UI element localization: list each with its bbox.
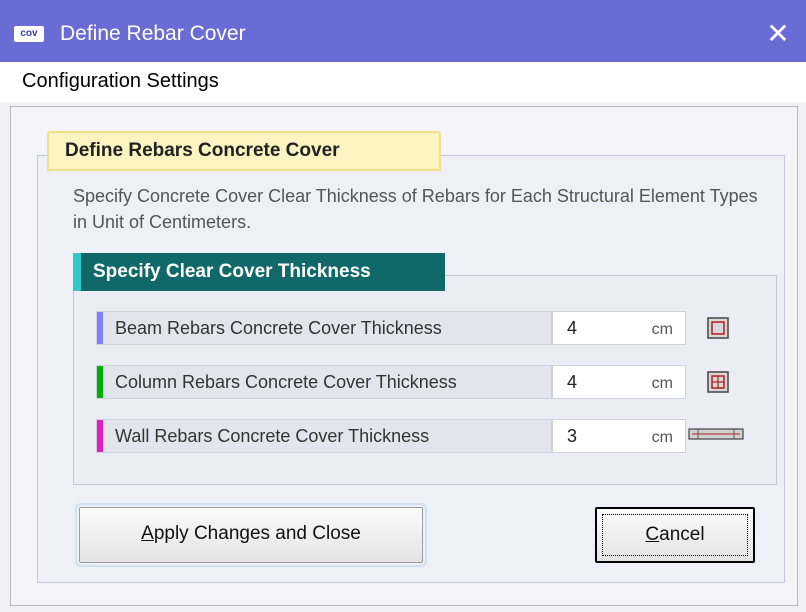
apply-changes-button[interactable]: Apply Changes and Close — [75, 503, 427, 567]
wall-cover-row: Wall Rebars Concrete Cover Thickness 3 c… — [96, 419, 686, 453]
wall-cover-value: 3 — [567, 426, 578, 446]
column-cover-value: 4 — [567, 372, 578, 392]
beam-section-icon — [707, 317, 729, 339]
tab-accent — [73, 253, 81, 291]
column-cover-label: Column Rebars Concrete Cover Thickness — [115, 372, 457, 392]
menu-item-configuration-settings[interactable]: Configuration Settings — [22, 70, 219, 93]
apply-label: pply Changes and Close — [153, 523, 361, 544]
dialog-body: Define Rebars Concrete Cover Specify Con… — [0, 102, 806, 612]
description-text: Specify Concrete Cover Clear Thickness o… — [73, 186, 758, 232]
beam-cover-input[interactable]: 4 cm — [552, 311, 686, 345]
wall-cover-input[interactable]: 3 cm — [552, 419, 686, 453]
column-cover-label-box: Column Rebars Concrete Cover Thickness — [96, 365, 552, 399]
close-button[interactable]: ✕ — [760, 16, 796, 52]
wall-section-icon — [688, 428, 744, 440]
column-color-bar — [97, 366, 103, 398]
wall-cover-label-box: Wall Rebars Concrete Cover Thickness — [96, 419, 552, 453]
beam-cover-value: 4 — [567, 318, 578, 338]
beam-cover-label-box: Beam Rebars Concrete Cover Thickness — [96, 311, 552, 345]
wall-color-bar — [97, 420, 103, 452]
column-cover-unit: cm — [651, 375, 673, 392]
column-cover-input[interactable]: 4 cm — [552, 365, 686, 399]
beam-cover-label: Beam Rebars Concrete Cover Thickness — [115, 318, 442, 338]
group-define-cover-title: Define Rebars Concrete Cover — [47, 131, 441, 171]
beam-cover-row: Beam Rebars Concrete Cover Thickness 4 c… — [96, 311, 686, 345]
outer-frame: Define Rebars Concrete Cover Specify Con… — [10, 106, 798, 606]
focus-rect — [602, 514, 748, 556]
wall-cover-label: Wall Rebars Concrete Cover Thickness — [115, 426, 430, 446]
column-cover-row: Column Rebars Concrete Cover Thickness 4… — [96, 365, 686, 399]
wall-cover-unit: cm — [651, 429, 673, 446]
app-icon: cov — [14, 26, 44, 42]
beam-cover-unit: cm — [651, 321, 673, 338]
apply-mnemonic: A — [141, 523, 154, 544]
menu-bar: Configuration Settings — [0, 62, 806, 102]
window-title: Define Rebar Cover — [60, 22, 246, 45]
group-clear-cover-label: Specify Clear Cover Thickness — [93, 261, 371, 282]
column-section-icon — [707, 371, 729, 393]
beam-color-bar — [97, 312, 103, 344]
group-clear-cover-title: Specify Clear Cover Thickness — [73, 253, 445, 291]
title-bar: cov Define Rebar Cover ✕ — [0, 0, 806, 62]
cancel-button[interactable]: Cancel — [595, 507, 755, 563]
